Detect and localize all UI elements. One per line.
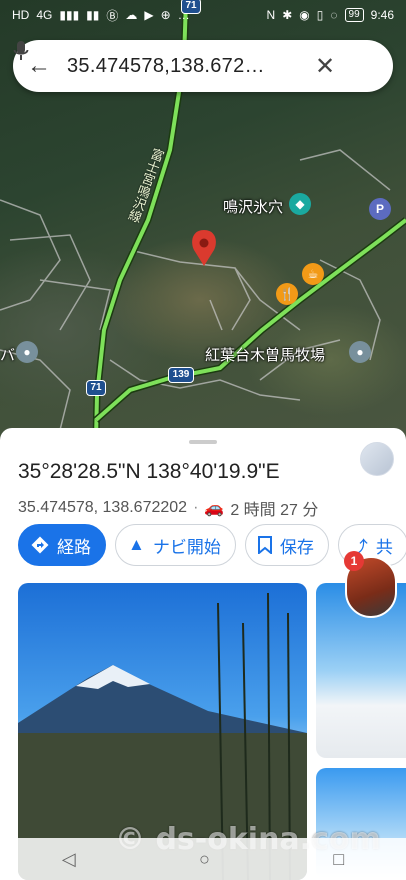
status-bar: HD 4G ▮▮▮ ▮▮ Ⓑ ☁ ▶ ⊕ … N ✱ ◉ ▯ ◌ 99 9:46 xyxy=(0,0,406,30)
wifi-icon: ◌ xyxy=(330,8,338,22)
bookmark-icon xyxy=(257,536,272,554)
chrome-icon: ⊕ xyxy=(160,8,171,22)
partial-place-label[interactable]: バ xyxy=(0,344,15,365)
back-nav-icon[interactable]: ◁ xyxy=(62,849,76,870)
sheet-drag-handle[interactable] xyxy=(189,440,217,444)
close-icon[interactable]: ✕ xyxy=(307,52,343,81)
youtube-icon: ▶ xyxy=(144,8,154,22)
ranch-label[interactable]: 紅葉台木曽馬牧場 xyxy=(205,344,325,365)
drive-time: 2 時間 27 分 xyxy=(230,502,319,519)
directions-label: 経路 xyxy=(57,537,91,557)
route-71-shield: 71 xyxy=(86,380,106,396)
network-icon: 4G xyxy=(36,8,53,22)
system-nav-bar: ◁ ○ □ xyxy=(0,838,406,880)
navigation-arrow-icon: ▲ xyxy=(128,535,145,554)
signal2-icon: ▮▮ xyxy=(86,8,100,22)
navigate-label: ナビ開始 xyxy=(152,537,221,557)
bluetooth-icon: ✱ xyxy=(282,8,293,22)
route-139-shield: 139 xyxy=(168,367,194,383)
save-button[interactable]: 保存 xyxy=(244,524,329,566)
directions-icon xyxy=(31,536,49,554)
place-poi-icon[interactable]: ● xyxy=(16,341,38,363)
hd-icon: HD xyxy=(12,8,30,22)
map-view[interactable]: 富士宮鳴沢線 鳴沢氷穴 ◆ P ☕ 🍴 紅葉台木曽馬牧場 ● バ ● 71 71… xyxy=(0,0,406,440)
cafe-icon[interactable]: ☕ xyxy=(302,263,324,285)
map-pin-marker[interactable] xyxy=(192,230,216,266)
ranch-poi-icon[interactable]: ● xyxy=(349,341,371,363)
decimal-coordinates: 35.474578, 138.672202 xyxy=(18,499,188,516)
b-icon: Ⓑ xyxy=(106,8,119,23)
vibrate-icon: ▯ xyxy=(316,8,324,22)
navigate-button[interactable]: ▲ ナビ開始 xyxy=(115,524,236,566)
status-right-icons: N ✱ ◉ ▯ ◌ 99 9:46 xyxy=(267,8,394,22)
place-title: 35°28'28.5"N 138°40'19.9"E xyxy=(18,460,280,483)
cave-label[interactable]: 鳴沢氷穴 xyxy=(223,196,283,217)
notification-badge: 1 xyxy=(344,551,364,571)
nfc-icon: N xyxy=(266,8,276,22)
restaurant-icon[interactable]: 🍴 xyxy=(276,283,298,305)
share-label: 共 xyxy=(375,537,393,557)
directions-button[interactable]: 経路 xyxy=(18,524,106,566)
home-nav-icon[interactable]: ○ xyxy=(199,849,210,870)
place-subtitle: 35.474578, 138.672202 · 🚗 2 時間 27 分 xyxy=(18,496,318,520)
arrow-back-icon[interactable]: ← xyxy=(27,52,55,80)
save-label: 保存 xyxy=(279,537,314,557)
parking-icon[interactable]: P xyxy=(369,198,391,220)
signal-icon: ▮▮▮ xyxy=(59,8,80,22)
street-view-thumbnail[interactable] xyxy=(360,442,394,476)
search-bar[interactable]: ← 35.474578,138.672… ✕ xyxy=(13,40,393,92)
cloud-icon: ☁ xyxy=(125,8,138,22)
search-query[interactable]: 35.474578,138.672… xyxy=(55,55,307,78)
status-left-icons: HD 4G ▮▮▮ ▮▮ Ⓑ ☁ ▶ ⊕ … xyxy=(12,7,190,24)
clock: 9:46 xyxy=(370,8,394,22)
location-icon: ◉ xyxy=(299,8,310,22)
car-icon: 🚗 xyxy=(204,500,225,517)
battery-icon: 99 xyxy=(344,8,364,22)
separator: · xyxy=(193,499,199,516)
recents-nav-icon[interactable]: □ xyxy=(333,849,344,870)
cave-poi-icon[interactable]: ◆ xyxy=(289,193,311,215)
place-bottom-sheet[interactable]: 35°28'28.5"N 138°40'19.9"E 35.474578, 13… xyxy=(0,428,406,880)
more-icon: … xyxy=(177,8,190,22)
